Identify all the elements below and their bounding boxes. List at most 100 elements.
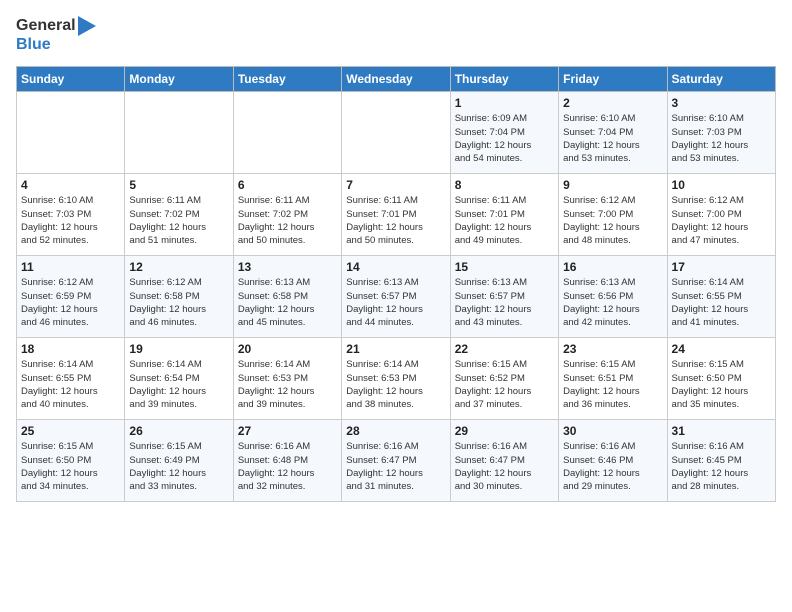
- day-header-thursday: Thursday: [450, 67, 558, 92]
- calendar-cell: 17 Sunrise: 6:14 AM Sunset: 6:55 PM Dayli…: [667, 256, 775, 338]
- day-header-sunday: Sunday: [17, 67, 125, 92]
- day-info: Sunrise: 6:15 AM Sunset: 6:50 PM Dayligh…: [672, 358, 771, 411]
- calendar-cell: 14 Sunrise: 6:13 AM Sunset: 6:57 PM Dayli…: [342, 256, 450, 338]
- day-info: Sunrise: 6:11 AM Sunset: 7:02 PM Dayligh…: [238, 194, 337, 247]
- day-info: Sunrise: 6:14 AM Sunset: 6:53 PM Dayligh…: [238, 358, 337, 411]
- day-number: 19: [129, 342, 228, 356]
- calendar-cell: 30 Sunrise: 6:16 AM Sunset: 6:46 PM Dayli…: [559, 420, 667, 502]
- day-number: 28: [346, 424, 445, 438]
- day-header-monday: Monday: [125, 67, 233, 92]
- calendar-cell: 10 Sunrise: 6:12 AM Sunset: 7:00 PM Dayli…: [667, 174, 775, 256]
- day-number: 30: [563, 424, 662, 438]
- day-number: 11: [21, 260, 120, 274]
- day-number: 31: [672, 424, 771, 438]
- calendar-cell: 22 Sunrise: 6:15 AM Sunset: 6:52 PM Dayli…: [450, 338, 558, 420]
- day-info: Sunrise: 6:13 AM Sunset: 6:56 PM Dayligh…: [563, 276, 662, 329]
- calendar-cell: 6Sunrise: 6:11 AM Sunset: 7:02 PM Daylig…: [233, 174, 341, 256]
- calendar-cell: 31 Sunrise: 6:16 AM Sunset: 6:45 PM Dayli…: [667, 420, 775, 502]
- day-info: Sunrise: 6:15 AM Sunset: 6:52 PM Dayligh…: [455, 358, 554, 411]
- day-number: 25: [21, 424, 120, 438]
- calendar-cell: 18Sunrise: 6:14 AM Sunset: 6:55 PM Dayli…: [17, 338, 125, 420]
- day-info: Sunrise: 6:14 AM Sunset: 6:55 PM Dayligh…: [672, 276, 771, 329]
- logo-arrow-icon: [78, 16, 96, 36]
- day-number: 20: [238, 342, 337, 356]
- calendar-cell: [342, 92, 450, 174]
- calendar-week-row: 18Sunrise: 6:14 AM Sunset: 6:55 PM Dayli…: [17, 338, 776, 420]
- day-number: 14: [346, 260, 445, 274]
- day-number: 7: [346, 178, 445, 192]
- calendar-cell: 16 Sunrise: 6:13 AM Sunset: 6:56 PM Dayli…: [559, 256, 667, 338]
- calendar-cell: 20 Sunrise: 6:14 AM Sunset: 6:53 PM Dayli…: [233, 338, 341, 420]
- calendar-cell: 19 Sunrise: 6:14 AM Sunset: 6:54 PM Dayli…: [125, 338, 233, 420]
- day-number: 1: [455, 96, 554, 110]
- day-info: Sunrise: 6:11 AM Sunset: 7:02 PM Dayligh…: [129, 194, 228, 247]
- calendar-cell: 26 Sunrise: 6:15 AM Sunset: 6:49 PM Dayli…: [125, 420, 233, 502]
- calendar-cell: [233, 92, 341, 174]
- calendar-cell: 4Sunrise: 6:10 AM Sunset: 7:03 PM Daylig…: [17, 174, 125, 256]
- day-info: Sunrise: 6:15 AM Sunset: 6:51 PM Dayligh…: [563, 358, 662, 411]
- day-info: Sunrise: 6:13 AM Sunset: 6:58 PM Dayligh…: [238, 276, 337, 329]
- day-info: Sunrise: 6:16 AM Sunset: 6:46 PM Dayligh…: [563, 440, 662, 493]
- day-number: 10: [672, 178, 771, 192]
- day-number: 26: [129, 424, 228, 438]
- day-info: Sunrise: 6:11 AM Sunset: 7:01 PM Dayligh…: [455, 194, 554, 247]
- day-number: 12: [129, 260, 228, 274]
- day-info: Sunrise: 6:10 AM Sunset: 7:03 PM Dayligh…: [21, 194, 120, 247]
- calendar-cell: 15Sunrise: 6:13 AM Sunset: 6:57 PM Dayli…: [450, 256, 558, 338]
- day-number: 22: [455, 342, 554, 356]
- calendar-cell: 23 Sunrise: 6:15 AM Sunset: 6:51 PM Dayli…: [559, 338, 667, 420]
- day-info: Sunrise: 6:10 AM Sunset: 7:03 PM Dayligh…: [672, 112, 771, 165]
- day-info: Sunrise: 6:14 AM Sunset: 6:53 PM Dayligh…: [346, 358, 445, 411]
- day-number: 5: [129, 178, 228, 192]
- calendar-cell: 11 Sunrise: 6:12 AM Sunset: 6:59 PM Dayli…: [17, 256, 125, 338]
- day-info: Sunrise: 6:16 AM Sunset: 6:48 PM Dayligh…: [238, 440, 337, 493]
- day-number: 2: [563, 96, 662, 110]
- day-number: 24: [672, 342, 771, 356]
- day-info: Sunrise: 6:16 AM Sunset: 6:47 PM Dayligh…: [455, 440, 554, 493]
- day-header-wednesday: Wednesday: [342, 67, 450, 92]
- day-header-friday: Friday: [559, 67, 667, 92]
- day-info: Sunrise: 6:11 AM Sunset: 7:01 PM Dayligh…: [346, 194, 445, 247]
- day-number: 21: [346, 342, 445, 356]
- days-header-row: SundayMondayTuesdayWednesdayThursdayFrid…: [17, 67, 776, 92]
- day-number: 8: [455, 178, 554, 192]
- calendar-cell: 1 Sunrise: 6:09 AM Sunset: 7:04 PM Daylig…: [450, 92, 558, 174]
- day-info: Sunrise: 6:14 AM Sunset: 6:55 PM Dayligh…: [21, 358, 120, 411]
- day-number: 9: [563, 178, 662, 192]
- calendar-cell: 12 Sunrise: 6:12 AM Sunset: 6:58 PM Dayli…: [125, 256, 233, 338]
- calendar-cell: [17, 92, 125, 174]
- day-info: Sunrise: 6:16 AM Sunset: 6:47 PM Dayligh…: [346, 440, 445, 493]
- day-info: Sunrise: 6:13 AM Sunset: 6:57 PM Dayligh…: [455, 276, 554, 329]
- calendar-cell: 3Sunrise: 6:10 AM Sunset: 7:03 PM Daylig…: [667, 92, 775, 174]
- calendar-week-row: 11 Sunrise: 6:12 AM Sunset: 6:59 PM Dayli…: [17, 256, 776, 338]
- day-header-saturday: Saturday: [667, 67, 775, 92]
- logo-text-block: General Blue: [16, 16, 96, 54]
- day-number: 17: [672, 260, 771, 274]
- day-info: Sunrise: 6:15 AM Sunset: 6:50 PM Dayligh…: [21, 440, 120, 493]
- day-info: Sunrise: 6:12 AM Sunset: 6:59 PM Dayligh…: [21, 276, 120, 329]
- logo-blue-text: Blue: [16, 36, 96, 54]
- calendar-cell: 8 Sunrise: 6:11 AM Sunset: 7:01 PM Daylig…: [450, 174, 558, 256]
- page-header: General Blue: [16, 16, 776, 54]
- calendar-week-row: 25 Sunrise: 6:15 AM Sunset: 6:50 PM Dayli…: [17, 420, 776, 502]
- calendar-cell: 27 Sunrise: 6:16 AM Sunset: 6:48 PM Dayli…: [233, 420, 341, 502]
- day-number: 13: [238, 260, 337, 274]
- calendar-cell: 9Sunrise: 6:12 AM Sunset: 7:00 PM Daylig…: [559, 174, 667, 256]
- day-info: Sunrise: 6:10 AM Sunset: 7:04 PM Dayligh…: [563, 112, 662, 165]
- calendar-cell: 21 Sunrise: 6:14 AM Sunset: 6:53 PM Dayli…: [342, 338, 450, 420]
- day-info: Sunrise: 6:15 AM Sunset: 6:49 PM Dayligh…: [129, 440, 228, 493]
- calendar-cell: 13 Sunrise: 6:13 AM Sunset: 6:58 PM Dayli…: [233, 256, 341, 338]
- day-info: Sunrise: 6:16 AM Sunset: 6:45 PM Dayligh…: [672, 440, 771, 493]
- calendar-cell: 29Sunrise: 6:16 AM Sunset: 6:47 PM Dayli…: [450, 420, 558, 502]
- calendar-week-row: 1 Sunrise: 6:09 AM Sunset: 7:04 PM Daylig…: [17, 92, 776, 174]
- day-number: 27: [238, 424, 337, 438]
- day-info: Sunrise: 6:14 AM Sunset: 6:54 PM Dayligh…: [129, 358, 228, 411]
- day-info: Sunrise: 6:12 AM Sunset: 7:00 PM Dayligh…: [672, 194, 771, 247]
- day-info: Sunrise: 6:12 AM Sunset: 6:58 PM Dayligh…: [129, 276, 228, 329]
- calendar-cell: 25 Sunrise: 6:15 AM Sunset: 6:50 PM Dayli…: [17, 420, 125, 502]
- day-info: Sunrise: 6:13 AM Sunset: 6:57 PM Dayligh…: [346, 276, 445, 329]
- calendar-cell: 2 Sunrise: 6:10 AM Sunset: 7:04 PM Daylig…: [559, 92, 667, 174]
- day-info: Sunrise: 6:09 AM Sunset: 7:04 PM Dayligh…: [455, 112, 554, 165]
- day-number: 23: [563, 342, 662, 356]
- day-number: 16: [563, 260, 662, 274]
